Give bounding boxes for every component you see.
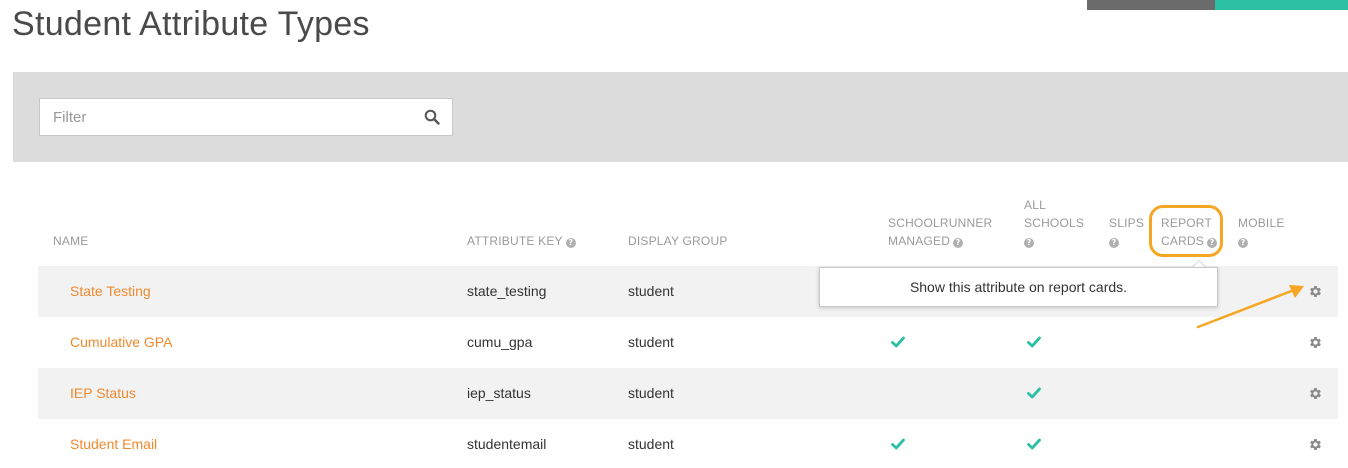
- attribute-name-link[interactable]: Student Email: [70, 419, 157, 468]
- column-header-slips[interactable]: SLIPS ?: [1109, 214, 1144, 250]
- column-header-mobile[interactable]: MOBILE ?: [1238, 214, 1285, 250]
- gear-icon[interactable]: [1308, 386, 1323, 401]
- check-icon: [1027, 387, 1041, 399]
- search-icon[interactable]: [424, 109, 440, 125]
- filter-box: [39, 98, 453, 136]
- page-title: Student Attribute Types: [12, 5, 370, 43]
- attribute-key-cell: cumu_gpa: [467, 334, 533, 350]
- attribute-name-link[interactable]: State Testing: [70, 266, 151, 317]
- question-circle-icon[interactable]: ?: [565, 238, 576, 248]
- arrow-icon: [1196, 285, 1304, 329]
- check-icon: [1027, 438, 1041, 450]
- column-header-all-schools[interactable]: ALL SCHOOLS ?: [1024, 196, 1084, 250]
- column-header-display-group[interactable]: DISPLAY GROUP: [628, 232, 728, 250]
- table-row: IEP Status iep_status student: [38, 368, 1338, 419]
- table-row: Student Email studentemail student: [38, 419, 1338, 468]
- table-row: Cumulative GPA cumu_gpa student: [38, 317, 1338, 368]
- attribute-key-cell: studentemail: [467, 436, 547, 452]
- attribute-key-cell: iep_status: [467, 385, 531, 401]
- top-bar-segment-gray: [1087, 0, 1215, 10]
- top-bar-segment-teal: [1215, 0, 1348, 10]
- question-circle-icon[interactable]: ?: [1238, 238, 1248, 248]
- check-icon: [1027, 336, 1041, 348]
- column-header-attribute-key[interactable]: ATTRIBUTE KEY?: [467, 232, 576, 250]
- report-cards-highlight: [1149, 205, 1223, 257]
- column-header-schoolrunner-managed[interactable]: SCHOOLRUNNER MANAGED?: [888, 214, 992, 250]
- display-group-cell: student: [628, 334, 674, 350]
- check-icon: [891, 336, 905, 348]
- attribute-key-cell: state_testing: [467, 283, 547, 299]
- display-group-cell: student: [628, 385, 674, 401]
- filter-panel: [13, 72, 1348, 162]
- display-group-cell: student: [628, 436, 674, 452]
- check-icon: [891, 438, 905, 450]
- gear-icon[interactable]: [1308, 335, 1323, 350]
- question-circle-icon[interactable]: ?: [1024, 238, 1034, 248]
- tooltip: Show this attribute on report cards.: [819, 267, 1218, 307]
- question-circle-icon[interactable]: ?: [953, 238, 964, 248]
- filter-input[interactable]: [40, 99, 410, 135]
- gear-icon[interactable]: [1308, 437, 1323, 452]
- attribute-name-link[interactable]: Cumulative GPA: [70, 317, 172, 368]
- question-circle-icon[interactable]: ?: [1109, 238, 1119, 248]
- display-group-cell: student: [628, 283, 674, 299]
- gear-icon[interactable]: [1308, 284, 1323, 299]
- column-header-name[interactable]: NAME: [53, 232, 88, 250]
- attribute-name-link[interactable]: IEP Status: [70, 368, 136, 419]
